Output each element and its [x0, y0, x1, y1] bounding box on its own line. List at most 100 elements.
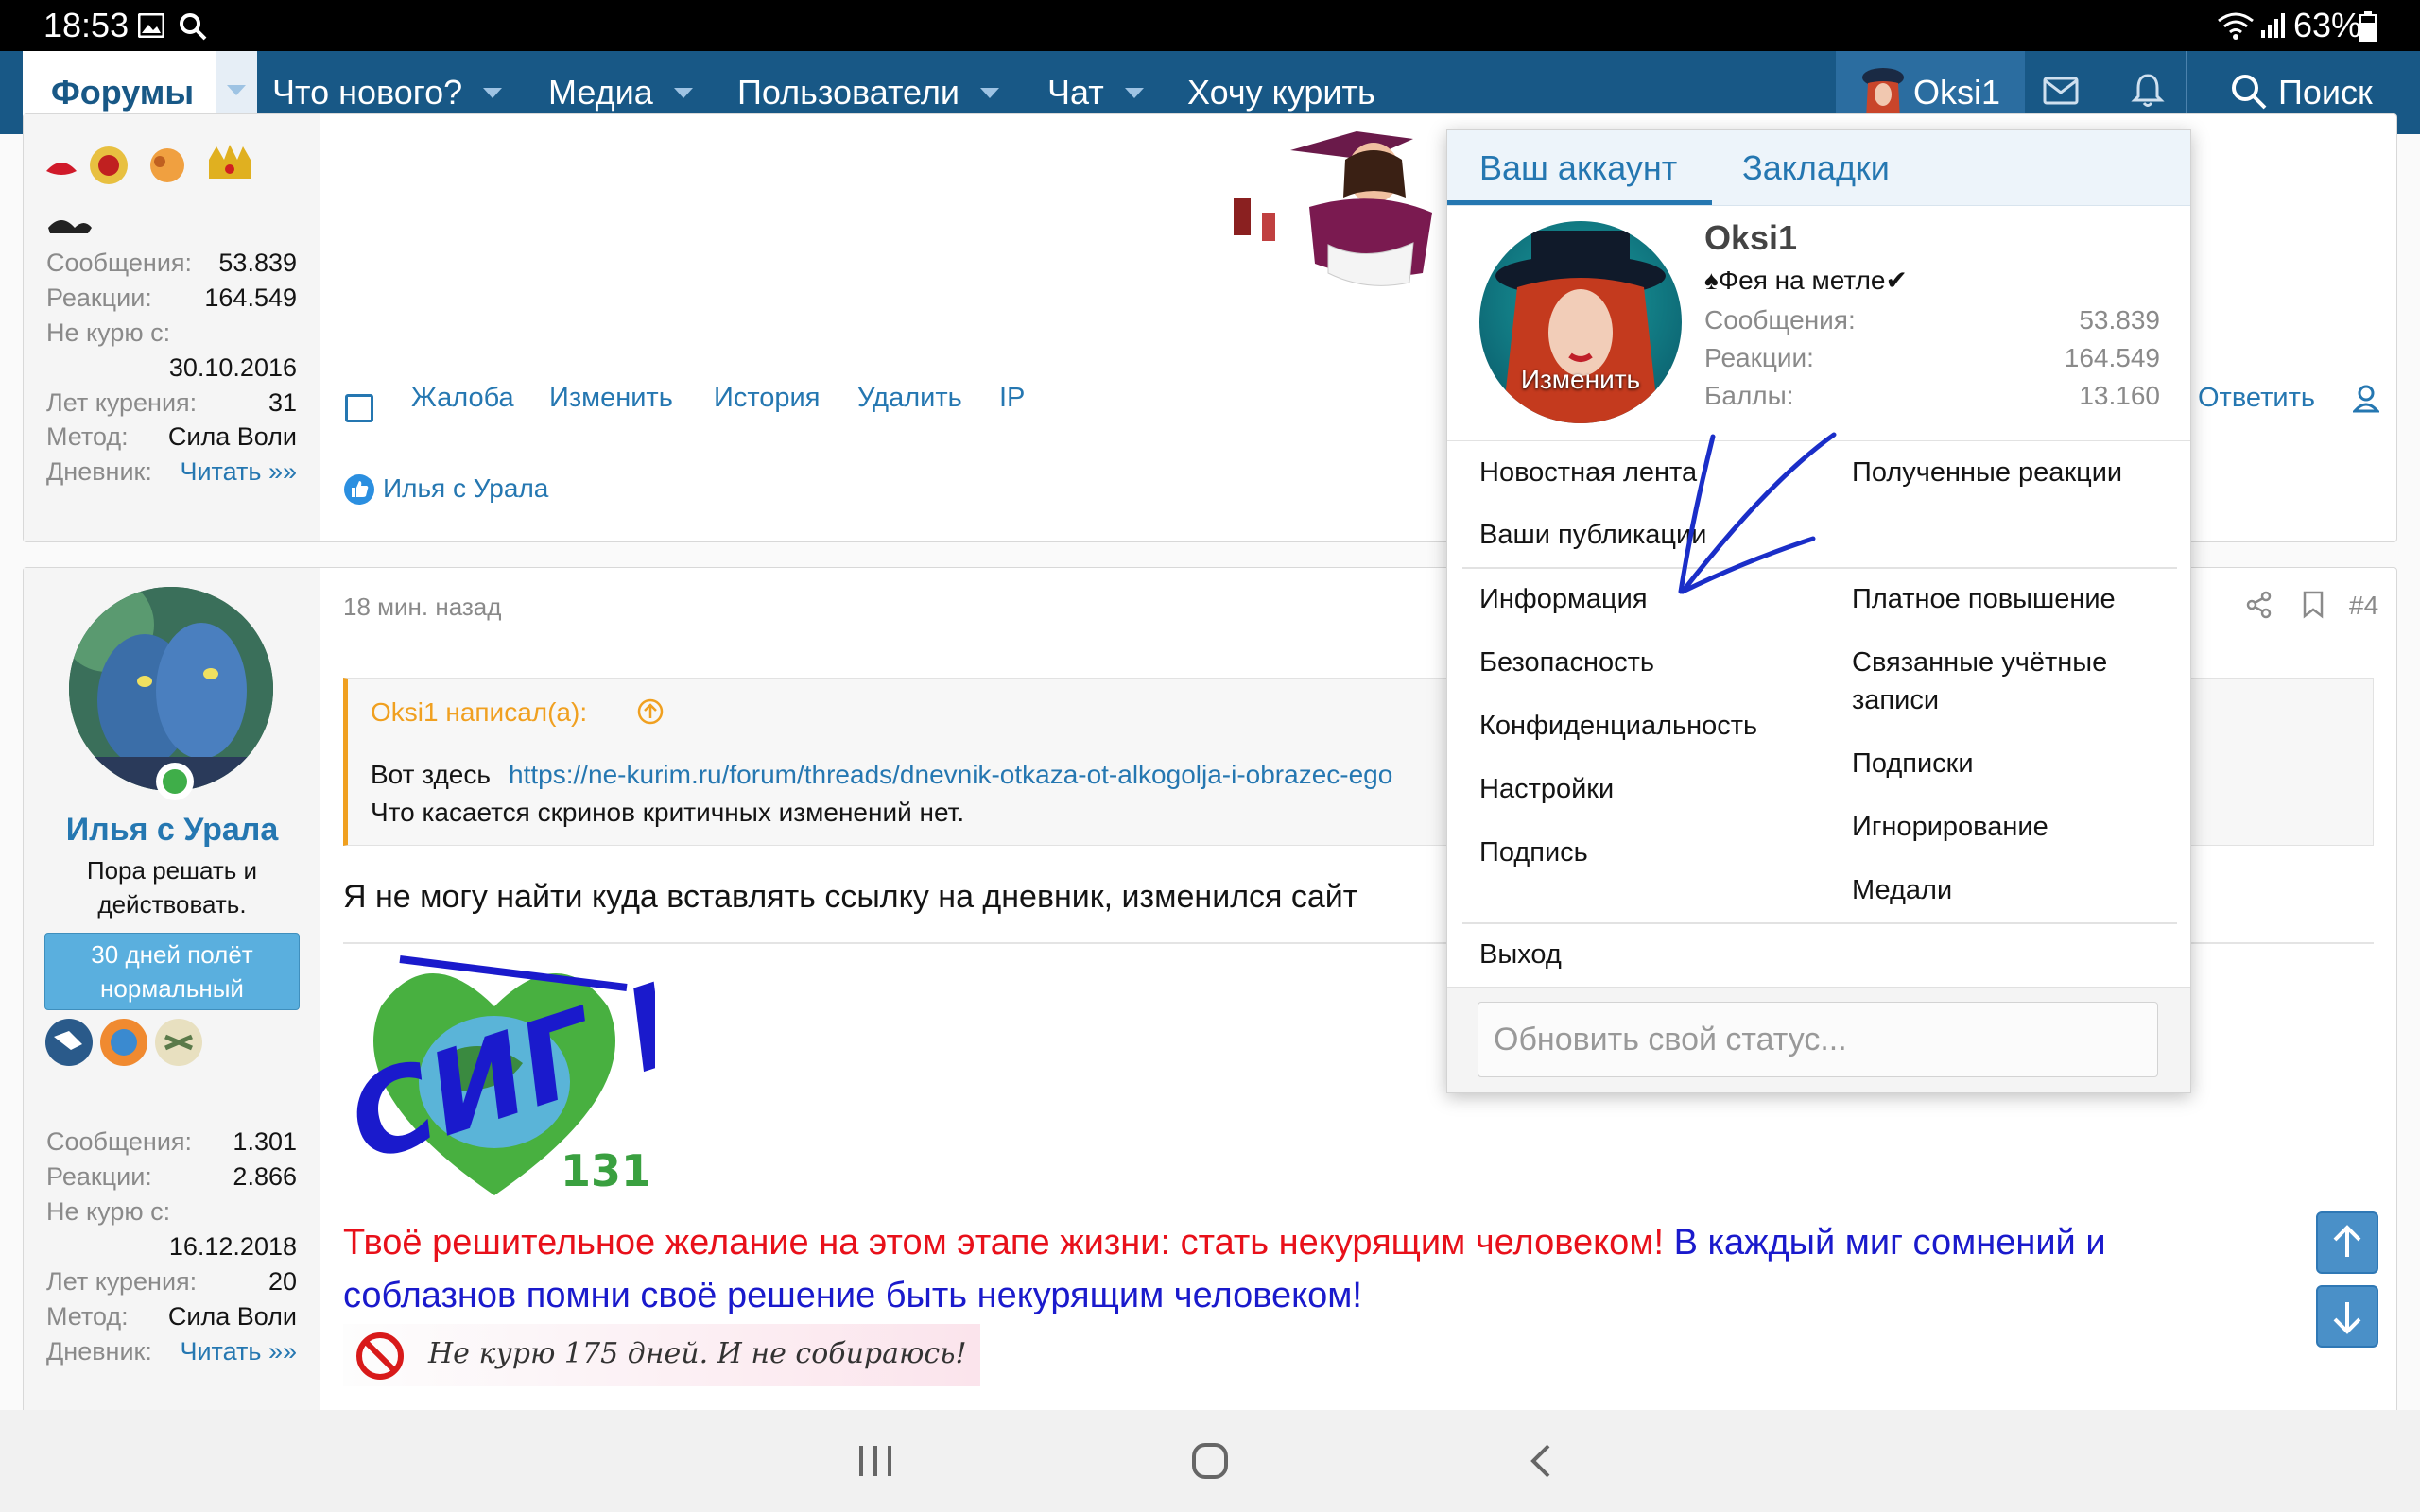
ip-link[interactable]: IP [999, 381, 1025, 415]
stat-value: 164.549 [204, 284, 297, 312]
reply-link[interactable]: Ответить [2198, 381, 2315, 415]
stat-value: Сила Воли [167, 1302, 297, 1331]
post-time[interactable]: 18 мин. назад [343, 591, 501, 623]
chevron-down-icon [483, 87, 503, 98]
quote-text: Вот здесь [371, 760, 491, 789]
menu-signature[interactable]: Подпись [1479, 833, 1588, 871]
recent-apps-icon[interactable] [856, 1444, 894, 1478]
stat-value: 31 [268, 388, 297, 417]
menu-connected-accounts[interactable]: Связанные учётные записи [1852, 644, 2154, 719]
reaction-user-link[interactable]: Илья с Урала [383, 472, 548, 506]
logo-number: 131 [561, 1145, 651, 1196]
status-placeholder: Обновить свой статус... [1494, 1022, 1847, 1057]
delete-link[interactable]: Удалить [857, 381, 962, 415]
menu-preferences[interactable]: Настройки [1479, 770, 1614, 808]
menu-ignoring[interactable]: Игнорирование [1852, 808, 2048, 846]
nav-search-label: Поиск [2278, 73, 2373, 112]
signature-blue: В каждый миг сомнений и [1673, 1223, 2106, 1263]
account-username[interactable]: Oksi1 [1704, 217, 1797, 259]
back-icon[interactable] [1526, 1442, 1554, 1480]
report-link[interactable]: Жалоба [411, 381, 514, 415]
wifi-icon [2217, 11, 2255, 40]
battery-icon [2360, 11, 2377, 42]
stat-label: Лет курения: [46, 388, 198, 417]
post-1-user-sidebar: Сообщения: 53.839 Реакции: 164.549 Не ку… [24, 114, 320, 541]
post-message: Я не могу найти куда вставлять ссылку на… [343, 879, 1358, 915]
chevron-down-icon [673, 87, 693, 98]
search-notification-icon [178, 11, 208, 42]
stat-label: Сообщения: [46, 249, 193, 277]
menu-logout[interactable]: Выход [1479, 936, 1562, 973]
user-avatar[interactable] [69, 587, 273, 791]
account-stat-label: Баллы: [1704, 381, 1794, 410]
divider [1447, 440, 2190, 441]
share-icon[interactable] [2245, 591, 2273, 619]
chevron-down-icon [227, 85, 246, 95]
menu-privacy[interactable]: Конфиденциальность [1479, 707, 1757, 745]
status-update-input[interactable]: Обновить свой статус... [1478, 1002, 2158, 1077]
active-tab-indicator [1447, 200, 1712, 205]
arrow-down-icon [2333, 1302, 2361, 1334]
system-navigation-bar [0, 1410, 2420, 1512]
menu-your-posts[interactable]: Ваши публикации [1479, 516, 1706, 554]
account-stat-value: 13.160 [2079, 381, 2160, 410]
user-banner: 30 дней полёт нормальный [44, 933, 300, 1010]
menu-account-details[interactable]: Информация [1479, 580, 1648, 618]
stat-value: 20 [268, 1267, 297, 1296]
tab-your-account[interactable]: Ваш аккаунт [1479, 147, 1677, 189]
battery-percent: 63% [2293, 6, 2362, 44]
avatar-edit-label[interactable]: Изменить [1479, 363, 1682, 397]
menu-medals[interactable]: Медали [1852, 871, 1952, 909]
divider [1462, 567, 2177, 569]
stat-value: 16.12.2018 [168, 1232, 297, 1261]
gallery-icon [138, 13, 164, 38]
stat-label: Не курю с: [46, 318, 171, 347]
bookmark-icon[interactable] [2302, 591, 2325, 619]
like-icon [343, 473, 375, 506]
stat-value: 53.839 [218, 249, 297, 277]
account-avatar[interactable]: Изменить [1479, 221, 1682, 423]
scroll-down-button[interactable] [2316, 1285, 2378, 1348]
post-2-user-sidebar: Илья с Урала Пора решать и действовать. … [24, 568, 320, 1417]
account-stat-value: 164.549 [2064, 343, 2160, 372]
stat-label: Не курю с: [46, 1197, 171, 1226]
bell-icon[interactable] [2131, 72, 2165, 110]
edit-link[interactable]: Изменить [549, 381, 673, 415]
stat-label: Сообщения: [46, 1127, 193, 1156]
quote-text: Что касается скринов критичных изменений… [371, 798, 965, 827]
jump-to-quote-icon[interactable] [636, 697, 665, 726]
stat-label: Метод: [46, 1302, 129, 1331]
signature-logo: СИГ НЕТ 131 [343, 950, 655, 1214]
nav-whats-new-label: Что нового? [272, 73, 463, 112]
scroll-up-button[interactable] [2316, 1211, 2378, 1274]
diary-read-link[interactable]: Читать »» [180, 455, 297, 488]
nav-chat-label: Чат [1047, 73, 1104, 112]
select-post-checkbox[interactable] [345, 394, 373, 422]
diary-read-link[interactable]: Читать »» [180, 1335, 297, 1367]
menu-received-reactions[interactable]: Полученные реакции [1852, 454, 2122, 491]
account-stat-label: Реакции: [1704, 343, 1814, 372]
post-author-name[interactable]: Илья с Урала [24, 810, 320, 850]
quote-link[interactable]: https://ne-kurim.ru/forum/threads/dnevni… [509, 758, 1392, 792]
menu-news-feed[interactable]: Новостная лента [1479, 454, 1697, 491]
stat-value: Сила Воли [167, 422, 297, 451]
stat-label: Реакции: [46, 1162, 152, 1191]
stat-label: Дневник: [46, 1337, 152, 1366]
inbox-icon[interactable] [2042, 74, 2080, 108]
signal-icon [2259, 11, 2286, 40]
tab-bookmarks[interactable]: Закладки [1742, 147, 1890, 189]
history-link[interactable]: История [714, 381, 820, 415]
menu-paid-upgrade[interactable]: Платное повышение [1852, 580, 2116, 618]
no-smoking-counter: Не курю 175 дней. И не собираюсь! [343, 1324, 980, 1386]
post-number[interactable]: #4 [2349, 589, 2378, 623]
menu-security[interactable]: Безопасность [1479, 644, 1654, 681]
menu-subscriptions[interactable]: Подписки [1852, 745, 1974, 782]
home-icon[interactable] [1191, 1442, 1229, 1480]
status-bar: 18:53 63% [0, 0, 2420, 51]
chevron-down-icon [1124, 87, 1144, 98]
quote-author[interactable]: Oksi1 написал(а): [371, 696, 587, 730]
mention-user-icon[interactable] [2353, 385, 2379, 413]
signature-red: Твоё решительное желание на этом этапе ж… [343, 1223, 1665, 1263]
stat-label: Дневник: [46, 457, 152, 486]
search-icon[interactable] [2229, 72, 2269, 112]
